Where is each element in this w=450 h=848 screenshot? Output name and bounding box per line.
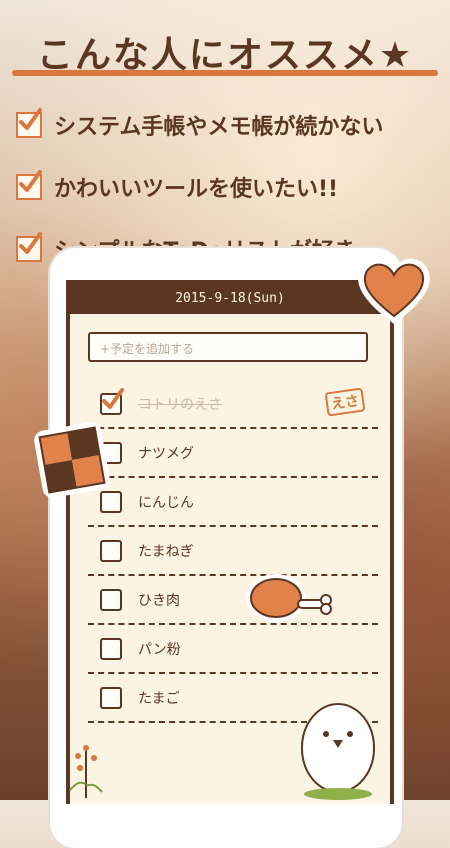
promo-bullet: システム手帳やメモ帳が続かない (16, 94, 440, 156)
todo-list: コトリのえさ えさ ナツメグ にんじん たまねぎ ひき肉 パン粉 たまご (88, 380, 378, 723)
done-stamp-icon: えさ (324, 387, 366, 417)
todo-checkbox[interactable] (100, 388, 124, 415)
checkbox-icon (16, 170, 42, 200)
promo-bullet: かわいいツールを使いたい!! (16, 156, 440, 218)
plant-icon (69, 745, 103, 798)
todo-item[interactable]: にんじん (88, 478, 378, 527)
todo-checkbox[interactable] (100, 589, 122, 611)
add-task-input[interactable]: +予定を追加する (88, 332, 368, 362)
todo-label: にんじん (138, 494, 194, 511)
heart-sticker-icon (358, 258, 430, 324)
meat-sticker-icon (246, 574, 332, 622)
promo-bullet-text: システム手帳やメモ帳が続かない (54, 115, 384, 140)
todo-label: ひき肉 (138, 592, 180, 609)
checkbox-icon (16, 108, 42, 138)
todo-label: コトリのえさ (138, 396, 222, 413)
todo-checkbox[interactable] (100, 540, 122, 562)
checker-cookie-icon (34, 422, 110, 498)
todo-item[interactable]: ナツメグ (88, 429, 378, 478)
todo-item[interactable]: コトリのえさ えさ (88, 380, 378, 429)
checkbox-icon (16, 232, 42, 262)
title-underline (12, 70, 438, 76)
promo-bullet-text: かわいいツールを使いたい!! (54, 177, 339, 202)
date-header: 2015-9-18(Sun) (70, 284, 390, 314)
todo-label: たまご (138, 690, 180, 707)
todo-item[interactable]: パン粉 (88, 625, 378, 674)
todo-checkbox[interactable] (100, 638, 122, 660)
todo-label: パン粉 (138, 641, 181, 658)
todo-checkbox[interactable] (100, 687, 122, 709)
todo-label: たまねぎ (138, 543, 194, 560)
todo-label: ナツメグ (138, 445, 194, 462)
bird-mascot-icon (301, 703, 375, 800)
